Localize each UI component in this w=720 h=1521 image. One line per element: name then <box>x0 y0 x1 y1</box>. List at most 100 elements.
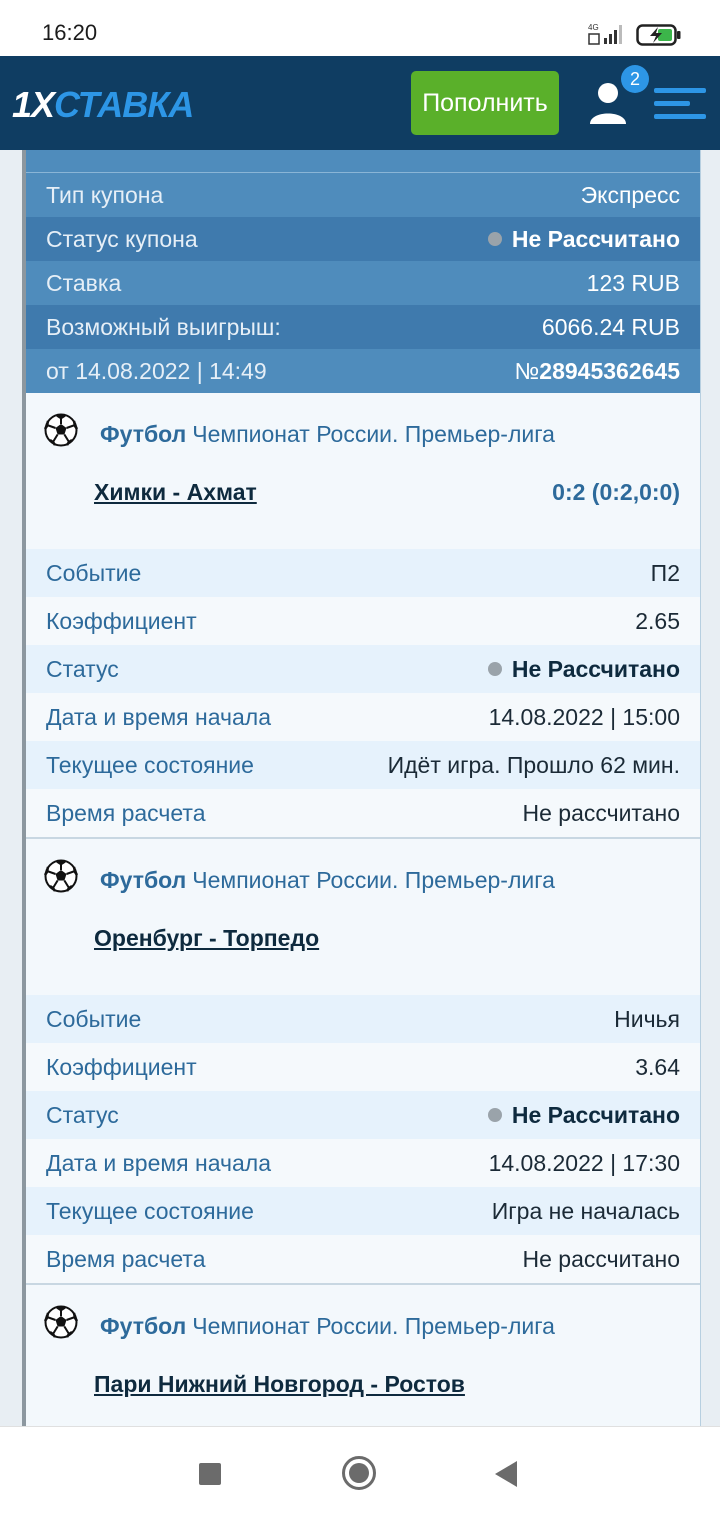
event-outcome-row: Событие Ничья <box>26 995 700 1043</box>
event-league: Футбол Чемпионат России. Премьер-лига <box>100 1313 555 1340</box>
row-value: Не рассчитано <box>522 1245 680 1272</box>
soccer-ball-icon <box>44 1305 78 1339</box>
row-value: П2 <box>650 559 680 586</box>
event-outcome-row: Событие П2 <box>26 549 700 597</box>
event-state-row: Текущее состояние Идёт игра. Прошло 62 м… <box>26 741 700 789</box>
triangle-back-icon[interactable] <box>494 1460 518 1488</box>
status-dot-icon <box>487 232 502 246</box>
system-status-bar: 16:20 4G <box>0 0 720 56</box>
row-label: Дата и время начала <box>46 703 271 730</box>
coupon-date: от 14.08.2022 | 14:49 <box>46 357 267 384</box>
row-label: Событие <box>46 1005 142 1032</box>
event-sport: Футбол <box>100 867 187 893</box>
event-calc-row: Время расчета Не рассчитано <box>26 1235 700 1283</box>
coupon-top-strip <box>26 150 700 173</box>
coupon-number: №28945362645 <box>515 358 680 385</box>
coupon-type-label: Тип купона <box>46 181 164 208</box>
row-value: Идёт игра. Прошло 62 мин. <box>387 751 680 778</box>
coupon-status-label: Статус купона <box>46 225 198 252</box>
coupon-payout-row: Возможный выигрыш: 6066.24 RUB <box>26 305 700 349</box>
status-time: 16:20 <box>42 20 98 45</box>
coupon-status: Не Рассчитано <box>487 225 680 253</box>
logo-prefix: 1X <box>12 84 55 125</box>
row-label: Статус <box>46 655 119 682</box>
row-label: Статус <box>46 1101 119 1128</box>
row-value: 14.08.2022 | 17:30 <box>488 1149 680 1176</box>
row-label: Событие <box>46 559 142 586</box>
row-label: Время расчета <box>46 1245 206 1272</box>
event-start-row: Дата и время начала 14.08.2022 | 15:00 <box>26 693 700 741</box>
coupon-type-value: Экспресс <box>580 181 680 208</box>
coupon-type-row: Тип купона Экспресс <box>26 173 700 217</box>
row-value: 14.08.2022 | 15:00 <box>488 703 680 730</box>
event-status: Не Рассчитано <box>487 1101 680 1129</box>
event-header: Футбол Чемпионат России. Премьер-лига Пар… <box>26 1285 700 1426</box>
row-value: 3.64 <box>635 1053 680 1080</box>
coupon-page[interactable]: Тип купона Экспресс Статус купона Не Рас… <box>0 150 720 1426</box>
event-header: Футбол Чемпионат России. Премьер-лига Хим… <box>26 393 700 549</box>
event-league-name: Чемпионат России. Премьер-лига <box>192 867 555 893</box>
coupon-date-row: от 14.08.2022 | 14:49 №28945362645 <box>26 349 700 393</box>
brand-logo[interactable]: 1XСТАВКА <box>12 84 194 126</box>
row-value: Не Рассчитано <box>511 1101 680 1128</box>
event-match-link[interactable]: Оренбург - Торпедо <box>94 925 319 952</box>
event-calc-row: Время расчета Не рассчитано <box>26 789 700 837</box>
event-state-row: Текущее состояние Игра не началась <box>26 1187 700 1235</box>
event-league: Футбол Чемпионат России. Премьер-лига <box>100 867 555 894</box>
event-start-row: Дата и время начала 14.08.2022 | 17:30 <box>26 1139 700 1187</box>
circle-home-icon[interactable] <box>341 1455 377 1491</box>
row-value: Игра не началась <box>491 1197 680 1224</box>
coupon-stake-value: 123 RUB <box>586 269 680 296</box>
row-label: Коэффициент <box>46 1053 197 1080</box>
row-value: Не Рассчитано <box>511 655 680 682</box>
event-card: Футбол Чемпионат России. Премьер-лига Хим… <box>26 393 700 839</box>
coupon-summary: Тип купона Экспресс Статус купона Не Рас… <box>26 150 700 393</box>
event-score: 0:2 (0:2,0:0) <box>552 479 680 505</box>
row-label: Текущее состояние <box>46 1197 254 1224</box>
row-label: Время расчета <box>46 799 206 826</box>
network-type: 4G <box>588 23 599 32</box>
event-match-link[interactable]: Химки - Ахмат <box>94 479 257 506</box>
hamburger-menu-icon[interactable] <box>654 86 706 122</box>
coupon-stake-row: Ставка 123 RUB <box>26 261 700 305</box>
system-nav-bar <box>0 1426 720 1521</box>
event-league-name: Чемпионат России. Премьер-лига <box>192 421 555 447</box>
app-header: 1XСТАВКА Пополнить 2 <box>0 56 720 150</box>
event-card: Футбол Чемпионат России. Премьер-лига Пар… <box>26 1285 700 1426</box>
status-dot-icon <box>487 662 502 676</box>
event-coefficient-row: Коэффициент 3.64 <box>26 1043 700 1091</box>
row-value: Не рассчитано <box>522 799 680 826</box>
signal-icon: 4G <box>588 23 622 45</box>
event-status-row: Статус Не Рассчитано <box>26 1091 700 1139</box>
coupon-payout-label: Возможный выигрыш: <box>46 313 281 340</box>
status-dot-icon <box>487 1108 502 1122</box>
event-header: Футбол Чемпионат России. Премьер-лига Оре… <box>26 839 700 995</box>
soccer-ball-icon <box>44 859 78 893</box>
soccer-ball-icon <box>44 413 78 447</box>
row-label: Дата и время начала <box>46 1149 271 1176</box>
coupon-stake-label: Ставка <box>46 269 122 296</box>
square-icon[interactable] <box>199 1463 221 1485</box>
event-sport: Футбол <box>100 421 187 447</box>
coupon-status-row: Статус купона Не Рассчитано <box>26 217 700 261</box>
event-card: Футбол Чемпионат России. Премьер-лига Оре… <box>26 839 700 1285</box>
event-sport: Футбол <box>100 1313 187 1339</box>
row-value: Ничья <box>614 1005 680 1032</box>
coupon-payout-value: 6066.24 RUB <box>541 313 680 340</box>
event-league: Футбол Чемпионат России. Премьер-лига <box>100 421 555 448</box>
deposit-button[interactable]: Пополнить <box>411 71 559 135</box>
event-status-row: Статус Не Рассчитано <box>26 645 700 693</box>
event-status: Не Рассчитано <box>487 655 680 683</box>
event-league-name: Чемпионат России. Премьер-лига <box>192 1313 555 1339</box>
event-match-link[interactable]: Пари Нижний Новгород - Ростов <box>94 1371 465 1398</box>
logo-suffix: СТАВКА <box>54 84 194 125</box>
event-coefficient-row: Коэффициент 2.65 <box>26 597 700 645</box>
row-label: Текущее состояние <box>46 751 254 778</box>
coupon-number-value: 28945362645 <box>539 357 680 384</box>
row-label: Коэффициент <box>46 607 197 634</box>
battery-icon <box>636 24 681 46</box>
coupon-status-value: Не Рассчитано <box>511 225 680 252</box>
notification-badge: 2 <box>621 65 649 93</box>
row-value: 2.65 <box>635 607 680 634</box>
coupon-number-prefix: № <box>514 357 540 384</box>
